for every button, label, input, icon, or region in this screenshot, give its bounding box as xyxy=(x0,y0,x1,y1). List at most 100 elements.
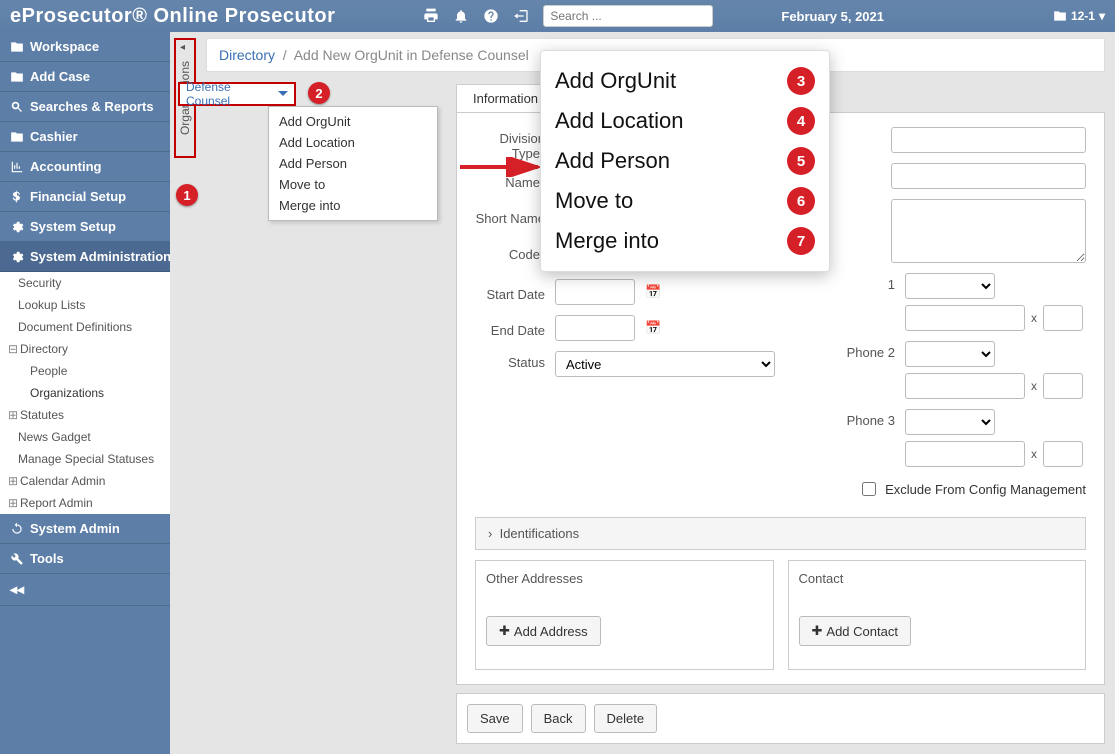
callout-item-move-to[interactable]: Move to6 xyxy=(555,181,815,221)
defense-counsel-area: Defense Counsel 2 Add OrgUnit Add Locati… xyxy=(178,82,296,106)
sidebar-item-tools[interactable]: Tools xyxy=(0,544,170,574)
search-icon xyxy=(10,100,24,114)
menu-item-add-location[interactable]: Add Location xyxy=(279,132,427,153)
calendar-icon[interactable]: 📅 xyxy=(645,284,661,300)
tree-item-calendar[interactable]: ⊞Calendar Admin xyxy=(0,470,170,492)
search-input[interactable] xyxy=(543,5,713,27)
gear-icon xyxy=(10,250,24,264)
other-addresses-title: Other Addresses xyxy=(486,571,763,586)
logout-icon[interactable] xyxy=(513,8,529,24)
callout-item-add-person[interactable]: Add Person5 xyxy=(555,141,815,181)
phone2-number-input[interactable] xyxy=(905,373,1025,399)
phone1-type-select[interactable] xyxy=(905,273,995,299)
label-code: Code xyxy=(475,243,545,269)
menu-item-merge-into[interactable]: Merge into xyxy=(279,195,427,216)
defense-counsel-menu: Add OrgUnit Add Location Add Person Move… xyxy=(268,106,438,221)
tree-item-doc-defs[interactable]: Document Definitions xyxy=(0,316,170,338)
right-input-2[interactable] xyxy=(891,163,1086,189)
tree-item-statutes[interactable]: ⊞Statutes xyxy=(0,404,170,426)
right-textarea[interactable] xyxy=(891,199,1086,263)
sidebar-item-accounting[interactable]: Accounting xyxy=(0,152,170,182)
tree-item-people[interactable]: People xyxy=(0,360,170,382)
tree-item-statuses[interactable]: Manage Special Statuses xyxy=(0,448,170,470)
save-button[interactable]: Save xyxy=(467,704,523,733)
identifications-accordion[interactable]: › Identifications xyxy=(475,517,1086,550)
help-icon[interactable] xyxy=(483,8,499,24)
back-button[interactable]: Back xyxy=(531,704,586,733)
tree-item-security[interactable]: Security xyxy=(0,272,170,294)
phone1-number-input[interactable] xyxy=(905,305,1025,331)
add-address-button[interactable]: ✚ Add Address xyxy=(486,616,601,646)
tree-item-lookup-lists[interactable]: Lookup Lists xyxy=(0,294,170,316)
footer-buttons: Save Back Delete xyxy=(456,693,1105,744)
sidebar-collapse[interactable]: ◂◂ xyxy=(0,574,170,606)
tree-item-report[interactable]: ⊞Report Admin xyxy=(0,492,170,514)
sidebar-item-searches[interactable]: Searches & Reports xyxy=(0,92,170,122)
contact-panel: Contact ✚ Add Contact xyxy=(788,560,1087,670)
delete-button[interactable]: Delete xyxy=(594,704,658,733)
expand-icon[interactable]: ⊞ xyxy=(8,496,18,510)
menu-item-add-orgunit[interactable]: Add OrgUnit xyxy=(279,111,427,132)
phone1-ext-input[interactable] xyxy=(1043,305,1083,331)
phone3-ext-input[interactable] xyxy=(1043,441,1083,467)
chevron-left-icon[interactable]: ◂ xyxy=(180,42,185,53)
end-date-input[interactable] xyxy=(555,315,635,341)
callout-item-add-location[interactable]: Add Location4 xyxy=(555,101,815,141)
bell-icon[interactable] xyxy=(453,8,469,24)
label-division-type: Division Type xyxy=(475,127,545,161)
label-status: Status xyxy=(475,351,545,377)
menu-item-add-person[interactable]: Add Person xyxy=(279,153,427,174)
phone2-type-select[interactable] xyxy=(905,341,995,367)
print-icon[interactable] xyxy=(423,8,439,24)
expand-icon[interactable]: ⊞ xyxy=(8,474,18,488)
calendar-icon[interactable]: 📅 xyxy=(645,320,661,336)
start-date-input[interactable] xyxy=(555,279,635,305)
callout-item-add-orgunit[interactable]: Add OrgUnit3 xyxy=(555,61,815,101)
annotation-badge-3: 3 xyxy=(787,67,815,95)
exclude-checkbox[interactable] xyxy=(862,482,876,496)
chevron-right-icon: › xyxy=(488,526,492,541)
right-input-1[interactable] xyxy=(891,127,1086,153)
annotation-badge-5: 5 xyxy=(787,147,815,175)
collapse-icon[interactable]: ⊟ xyxy=(8,342,18,356)
sidebar-item-financial-setup[interactable]: Financial Setup xyxy=(0,182,170,212)
annotation-badge-1: 1 xyxy=(176,184,198,206)
tree-item-organizations[interactable]: Organizations xyxy=(0,382,170,404)
sidebar-item-add-case[interactable]: Add Case xyxy=(0,62,170,92)
breadcrumb-root[interactable]: Directory xyxy=(219,47,275,63)
sidebar-item-system-admin[interactable]: System Administration xyxy=(0,242,170,272)
add-contact-button[interactable]: ✚ Add Contact xyxy=(799,616,911,646)
tree-item-news[interactable]: News Gadget xyxy=(0,426,170,448)
callout-item-merge-into[interactable]: Merge into7 xyxy=(555,221,815,261)
chevron-down-icon xyxy=(278,89,288,99)
sidebar-item-system-setup[interactable]: System Setup xyxy=(0,212,170,242)
label-phone-2: Phone 2 xyxy=(835,341,895,360)
label-ext: x xyxy=(1031,311,1037,325)
defense-counsel-dropdown[interactable]: Defense Counsel xyxy=(178,82,296,106)
expand-icon[interactable]: ⊞ xyxy=(8,408,18,422)
label-short-name: Short Name xyxy=(475,207,545,226)
label-start-date: Start Date xyxy=(475,283,545,302)
sidebar-item-sysadmin[interactable]: System Admin xyxy=(0,514,170,544)
annotation-arrow xyxy=(460,157,550,177)
label-phone-1: 1 xyxy=(835,273,895,292)
wrench-icon xyxy=(10,552,24,566)
sidebar-item-workspace[interactable]: Workspace xyxy=(0,32,170,62)
folder-icon xyxy=(10,130,24,144)
brand-title: eProsecutor® Online Prosecutor xyxy=(10,5,335,28)
phone3-number-input[interactable] xyxy=(905,441,1025,467)
label-exclude: Exclude From Config Management xyxy=(885,482,1086,497)
menu-item-move-to[interactable]: Move to xyxy=(279,174,427,195)
phone2-ext-input[interactable] xyxy=(1043,373,1083,399)
other-addresses-panel: Other Addresses ✚ Add Address xyxy=(475,560,774,670)
status-select[interactable]: Active xyxy=(555,351,775,377)
top-right-info[interactable]: 12-1 ▾ xyxy=(1053,9,1105,23)
sidebar-item-cashier[interactable]: Cashier xyxy=(0,122,170,152)
admin-subtree: Security Lookup Lists Document Definitio… xyxy=(0,272,170,514)
folder-icon xyxy=(10,70,24,84)
folder-icon xyxy=(1053,9,1067,23)
tree-item-directory[interactable]: ⊟Directory xyxy=(0,338,170,360)
phone3-type-select[interactable] xyxy=(905,409,995,435)
annotation-badge-4: 4 xyxy=(787,107,815,135)
annotation-badge-7: 7 xyxy=(787,227,815,255)
